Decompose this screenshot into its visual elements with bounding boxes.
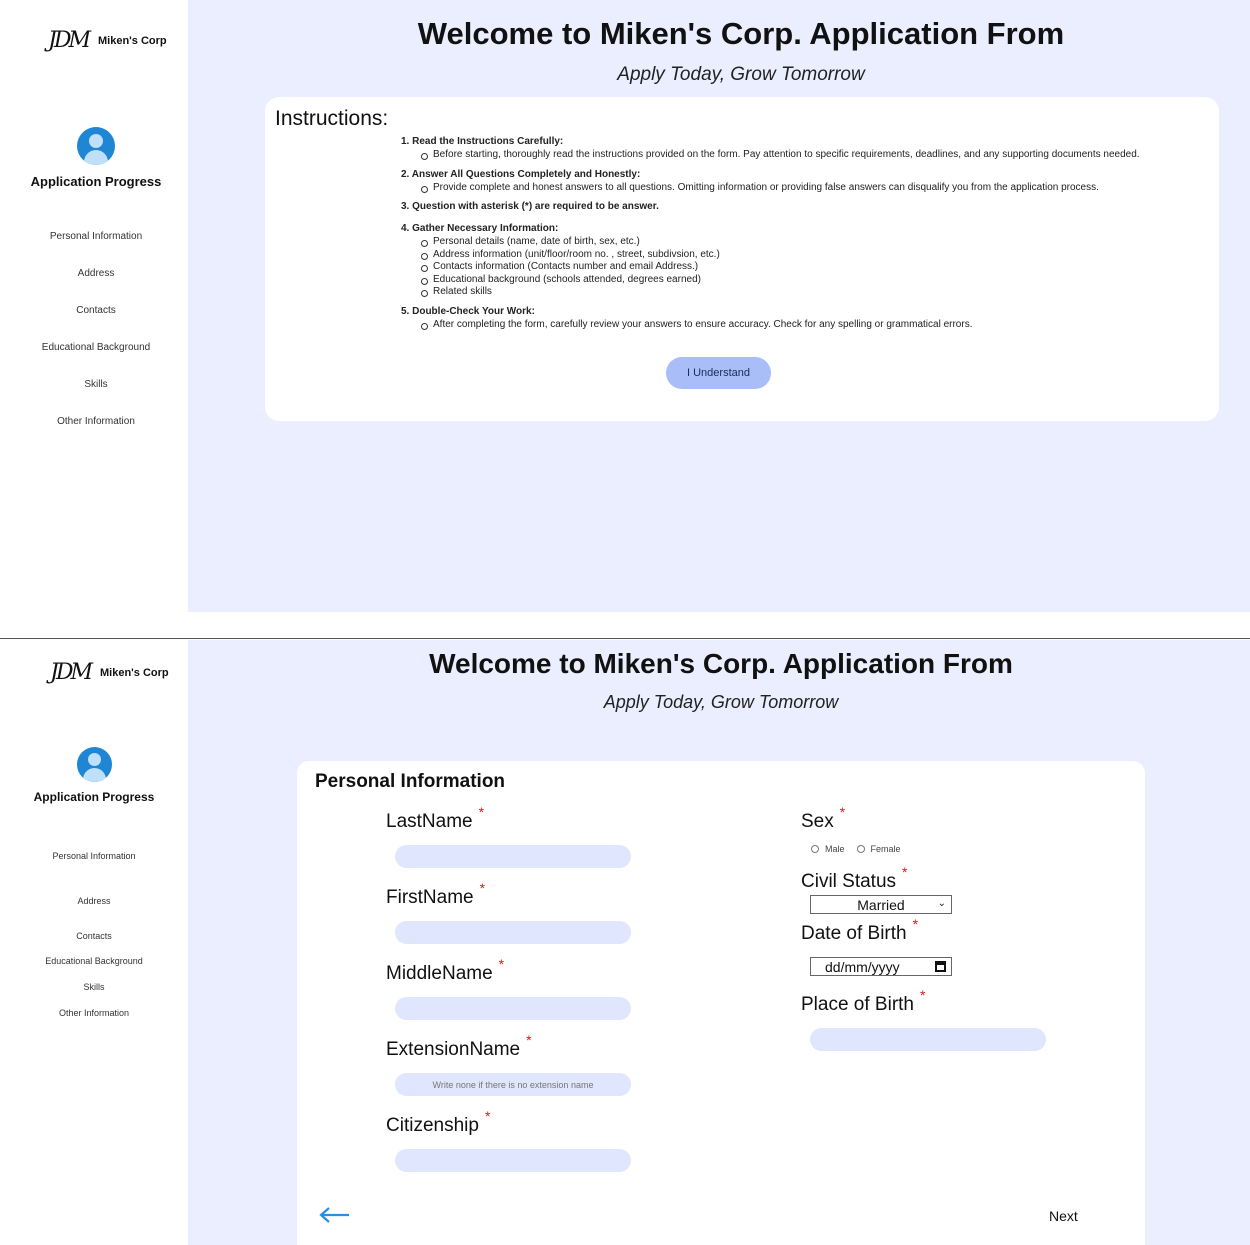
page-subtitle: Apply Today, Grow Tomorrow [603,692,839,712]
date-of-birth-input[interactable]: dd/mm/yyyy [810,957,952,976]
required-mark: * [912,916,919,932]
sidebar: JDM Miken's Corp Application Progress Pe… [0,0,188,612]
first-name-input[interactable] [395,921,631,944]
instruction-step: 3. Question with asterisk (*) are requir… [401,201,659,212]
main-panel: Welcome to Miken's Corp. Application Fro… [188,0,1250,612]
i-understand-button[interactable]: I Understand [666,357,771,389]
place-of-birth-label: Place of Birth * [801,987,926,1015]
civil-status-select[interactable]: Married ⌄ [810,895,952,914]
sidebar-item-educational-background[interactable]: Educational Background [0,956,188,966]
page-subtitle: Apply Today, Grow Tomorrow [617,64,865,85]
sidebar-item-skills[interactable]: Skills [2,379,190,390]
date-of-birth-label: Date of Birth * [801,916,919,944]
sidebar-item-address[interactable]: Address [0,896,188,906]
instruction-bullet: Provide complete and honest answers to a… [421,182,1221,195]
instruction-bullet: Address information (unit/floor/room no.… [421,249,1221,262]
female-radio[interactable] [856,845,865,853]
chevron-down-icon: ⌄ [937,898,946,909]
citizenship-input[interactable] [395,1149,631,1172]
civil-status-label: Civil Status * [801,864,908,892]
instruction-bullet: Educational background (schools attended… [421,274,1221,287]
instruction-bullet: Before starting, thoroughly read the ins… [421,149,1221,162]
instructions-screen: JDM Miken's Corp Application Progress Pe… [0,0,1250,612]
date-placeholder: dd/mm/yyyy [825,958,900,975]
brand-logo[interactable]: JDM Miken's Corp [48,28,167,53]
instructions-title: Instructions: [275,107,389,130]
sidebar-item-personal-information[interactable]: Personal Information [0,851,188,861]
extension-name-input[interactable] [395,1073,631,1096]
user-avatar-icon [77,747,112,782]
instruction-step: 2. Answer All Questions Completely and H… [401,168,1221,195]
sidebar-item-contacts[interactable]: Contacts [0,931,188,941]
progress-title: Application Progress [30,174,162,189]
arrow-left-icon[interactable] [319,1205,351,1225]
required-mark: * [920,987,926,1003]
place-of-birth-input[interactable] [810,1028,1046,1051]
next-button[interactable]: Next [1049,1208,1078,1224]
user-avatar-icon [77,127,115,165]
civil-status-selected: Married [857,896,905,913]
instruction-bullet: Personal details (name, date of birth, s… [421,236,1221,249]
sidebar-item-personal-information[interactable]: Personal Information [2,231,190,242]
instruction-step: 4. Gather Necessary Information: Persona… [401,222,1221,299]
male-radio[interactable] [811,845,819,853]
screen-divider [0,638,1250,639]
citizenship-label: Citizenship * [386,1108,491,1136]
brand-name: Miken's Corp [99,666,169,679]
instruction-step: 5. Double-Check Your Work: After complet… [401,305,1221,332]
brand-logo[interactable]: JDM Miken's Corp [50,660,169,685]
female-radio-label: Female [870,844,901,854]
calendar-icon[interactable] [935,961,946,972]
main-panel: Welcome to Miken's Corp. Application Fro… [188,640,1250,1245]
sidebar-item-other-information[interactable]: Other Information [0,1008,188,1018]
required-mark: * [479,880,486,896]
required-mark: * [526,1032,532,1048]
progress-title: Application Progress [33,790,155,804]
sidebar: JDM Miken's Corp Application Progress Pe… [0,640,188,1245]
instructions-list: 1. Read the Instructions Carefully: Befo… [401,135,1221,337]
instruction-step: 1. Read the Instructions Carefully: Befo… [401,135,1221,162]
instruction-bullet: Related skills [421,286,1221,299]
middle-name-input[interactable] [395,997,631,1020]
sidebar-item-educational-background[interactable]: Educational Background [2,342,190,353]
instruction-bullet: Contacts information (Contacts number an… [421,261,1221,274]
form-title: Personal Information [315,771,506,792]
brand-name: Miken's Corp [97,34,167,47]
first-name-label: FirstName * [386,880,486,908]
extension-name-label: ExtensionName * [386,1032,532,1060]
sex-label: Sex * [801,804,846,832]
sidebar-item-skills[interactable]: Skills [0,982,188,992]
required-mark: * [498,956,505,972]
male-radio-label: Male [825,844,845,854]
sidebar-item-address[interactable]: Address [2,268,190,279]
sidebar-item-contacts[interactable]: Contacts [2,305,190,316]
sex-radio-group: Male Female [811,844,913,854]
last-name-label: LastName * [386,804,485,832]
logo-mark: JDM [50,660,93,685]
required-mark: * [902,864,908,880]
personal-information-card: Personal Information LastName * FirstName… [297,761,1145,1245]
instruction-bullet: After completing the form, carefully rev… [421,319,1221,332]
required-mark: * [839,804,846,820]
last-name-input[interactable] [395,845,631,868]
logo-mark: JDM [48,28,91,53]
instructions-card: Instructions: 1. Read the Instructions C… [265,97,1219,421]
required-mark: * [484,1108,491,1124]
required-mark: * [478,804,485,820]
page-title: Welcome to Miken's Corp. Application Fro… [429,648,1013,679]
sidebar-item-other-information[interactable]: Other Information [2,416,190,427]
middle-name-label: MiddleName * [386,956,505,984]
personal-information-screen: JDM Miken's Corp Application Progress Pe… [0,640,1250,1245]
page-title: Welcome to Miken's Corp. Application Fro… [417,16,1065,51]
